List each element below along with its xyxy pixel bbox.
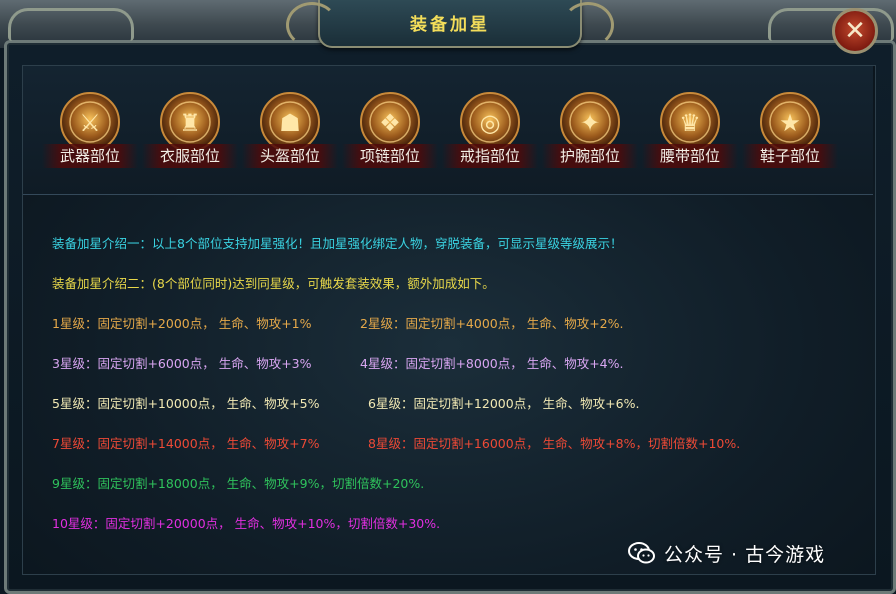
bracer-emblem-icon: ✦ <box>555 88 625 152</box>
tier-9-text: 9星级：固定切割+18000点， 生命、物攻+9%，切割倍数+20%. <box>52 476 425 491</box>
svg-text:⚔: ⚔ <box>79 109 101 137</box>
tier-2-text: 2星级：固定切割+4000点， 生命、物攻+2%. <box>360 316 624 331</box>
watermark: 公众号 · 古今游戏 <box>628 540 825 570</box>
slot-2[interactable]: ♜ 衣服部位 <box>142 88 238 172</box>
svg-text:♛: ♛ <box>679 109 701 137</box>
tier-5-text: 5星级：固定切割+10000点， 生命、物攻+5% <box>52 396 320 411</box>
weapon-emblem-icon: ⚔ <box>55 88 125 152</box>
svg-text:◎: ◎ <box>480 109 501 137</box>
slot-label: 鞋子部位 <box>742 144 838 168</box>
slot-6[interactable]: ✦ 护腕部位 <box>542 88 638 172</box>
intro-line-2: 装备加星介绍二：(8个部位同时)达到同星级，可触发套装效果，额外加成如下。 <box>52 276 495 291</box>
slot-1[interactable]: ⚔ 武器部位 <box>42 88 138 172</box>
tier-6-text: 6星级：固定切割+12000点， 生命、物攻+6%. <box>368 396 640 411</box>
tier-7-text: 7星级：固定切割+14000点， 生命、物攻+7% <box>52 436 320 451</box>
armor-emblem-icon: ♜ <box>155 88 225 152</box>
slot-label: 护腕部位 <box>542 144 638 168</box>
slot-8[interactable]: ★ 鞋子部位 <box>742 88 838 172</box>
necklace-emblem-icon: ❖ <box>355 88 425 152</box>
tier-3-text: 3星级：固定切割+6000点， 生命、物攻+3% <box>52 356 312 371</box>
slot-label: 武器部位 <box>42 144 138 168</box>
close-x-icon: ✕ <box>844 16 866 46</box>
helmet-emblem-icon: ☗ <box>255 88 325 152</box>
svg-text:♜: ♜ <box>179 109 201 137</box>
boots-emblem-icon: ★ <box>755 88 825 152</box>
left-ornament <box>8 8 134 41</box>
ring-emblem-icon: ◎ <box>455 88 525 152</box>
svg-text:☗: ☗ <box>279 109 301 137</box>
slot-label: 腰带部位 <box>642 144 738 168</box>
wechat-icon <box>628 542 656 569</box>
slot-label: 头盔部位 <box>242 144 338 168</box>
slot-3[interactable]: ☗ 头盔部位 <box>242 88 338 172</box>
svg-text:★: ★ <box>779 109 801 137</box>
svg-text:❖: ❖ <box>379 109 401 137</box>
tier-10-text: 10星级：固定切割+20000点， 生命、物攻+10%，切割倍数+30%. <box>52 516 441 531</box>
watermark-text: 公众号 · 古今游戏 <box>664 544 826 566</box>
belt-emblem-icon: ♛ <box>655 88 725 152</box>
tier-8-text: 8星级：固定切割+16000点， 生命、物攻+8%，切割倍数+10%. <box>368 436 741 451</box>
slot-label: 项链部位 <box>342 144 438 168</box>
intro-line-1: 装备加星介绍一：以上8个部位支持加星强化！且加星强化绑定人物，穿脱装备，可显示星… <box>52 236 623 251</box>
title-plaque: 装备加星 <box>286 0 614 48</box>
window-title: 装备加星 <box>410 15 490 35</box>
slot-label: 戒指部位 <box>442 144 538 168</box>
tier-4-text: 4星级：固定切割+8000点， 生命、物攻+4%. <box>360 356 624 371</box>
slot-7[interactable]: ♛ 腰带部位 <box>642 88 738 172</box>
slot-label: 衣服部位 <box>142 144 238 168</box>
svg-text:✦: ✦ <box>580 109 600 137</box>
slot-5[interactable]: ◎ 戒指部位 <box>442 88 538 172</box>
close-button[interactable]: ✕ <box>832 8 878 54</box>
tier-1-text: 1星级：固定切割+2000点， 生命、物攻+1% <box>52 316 312 331</box>
slot-4[interactable]: ❖ 项链部位 <box>342 88 438 172</box>
